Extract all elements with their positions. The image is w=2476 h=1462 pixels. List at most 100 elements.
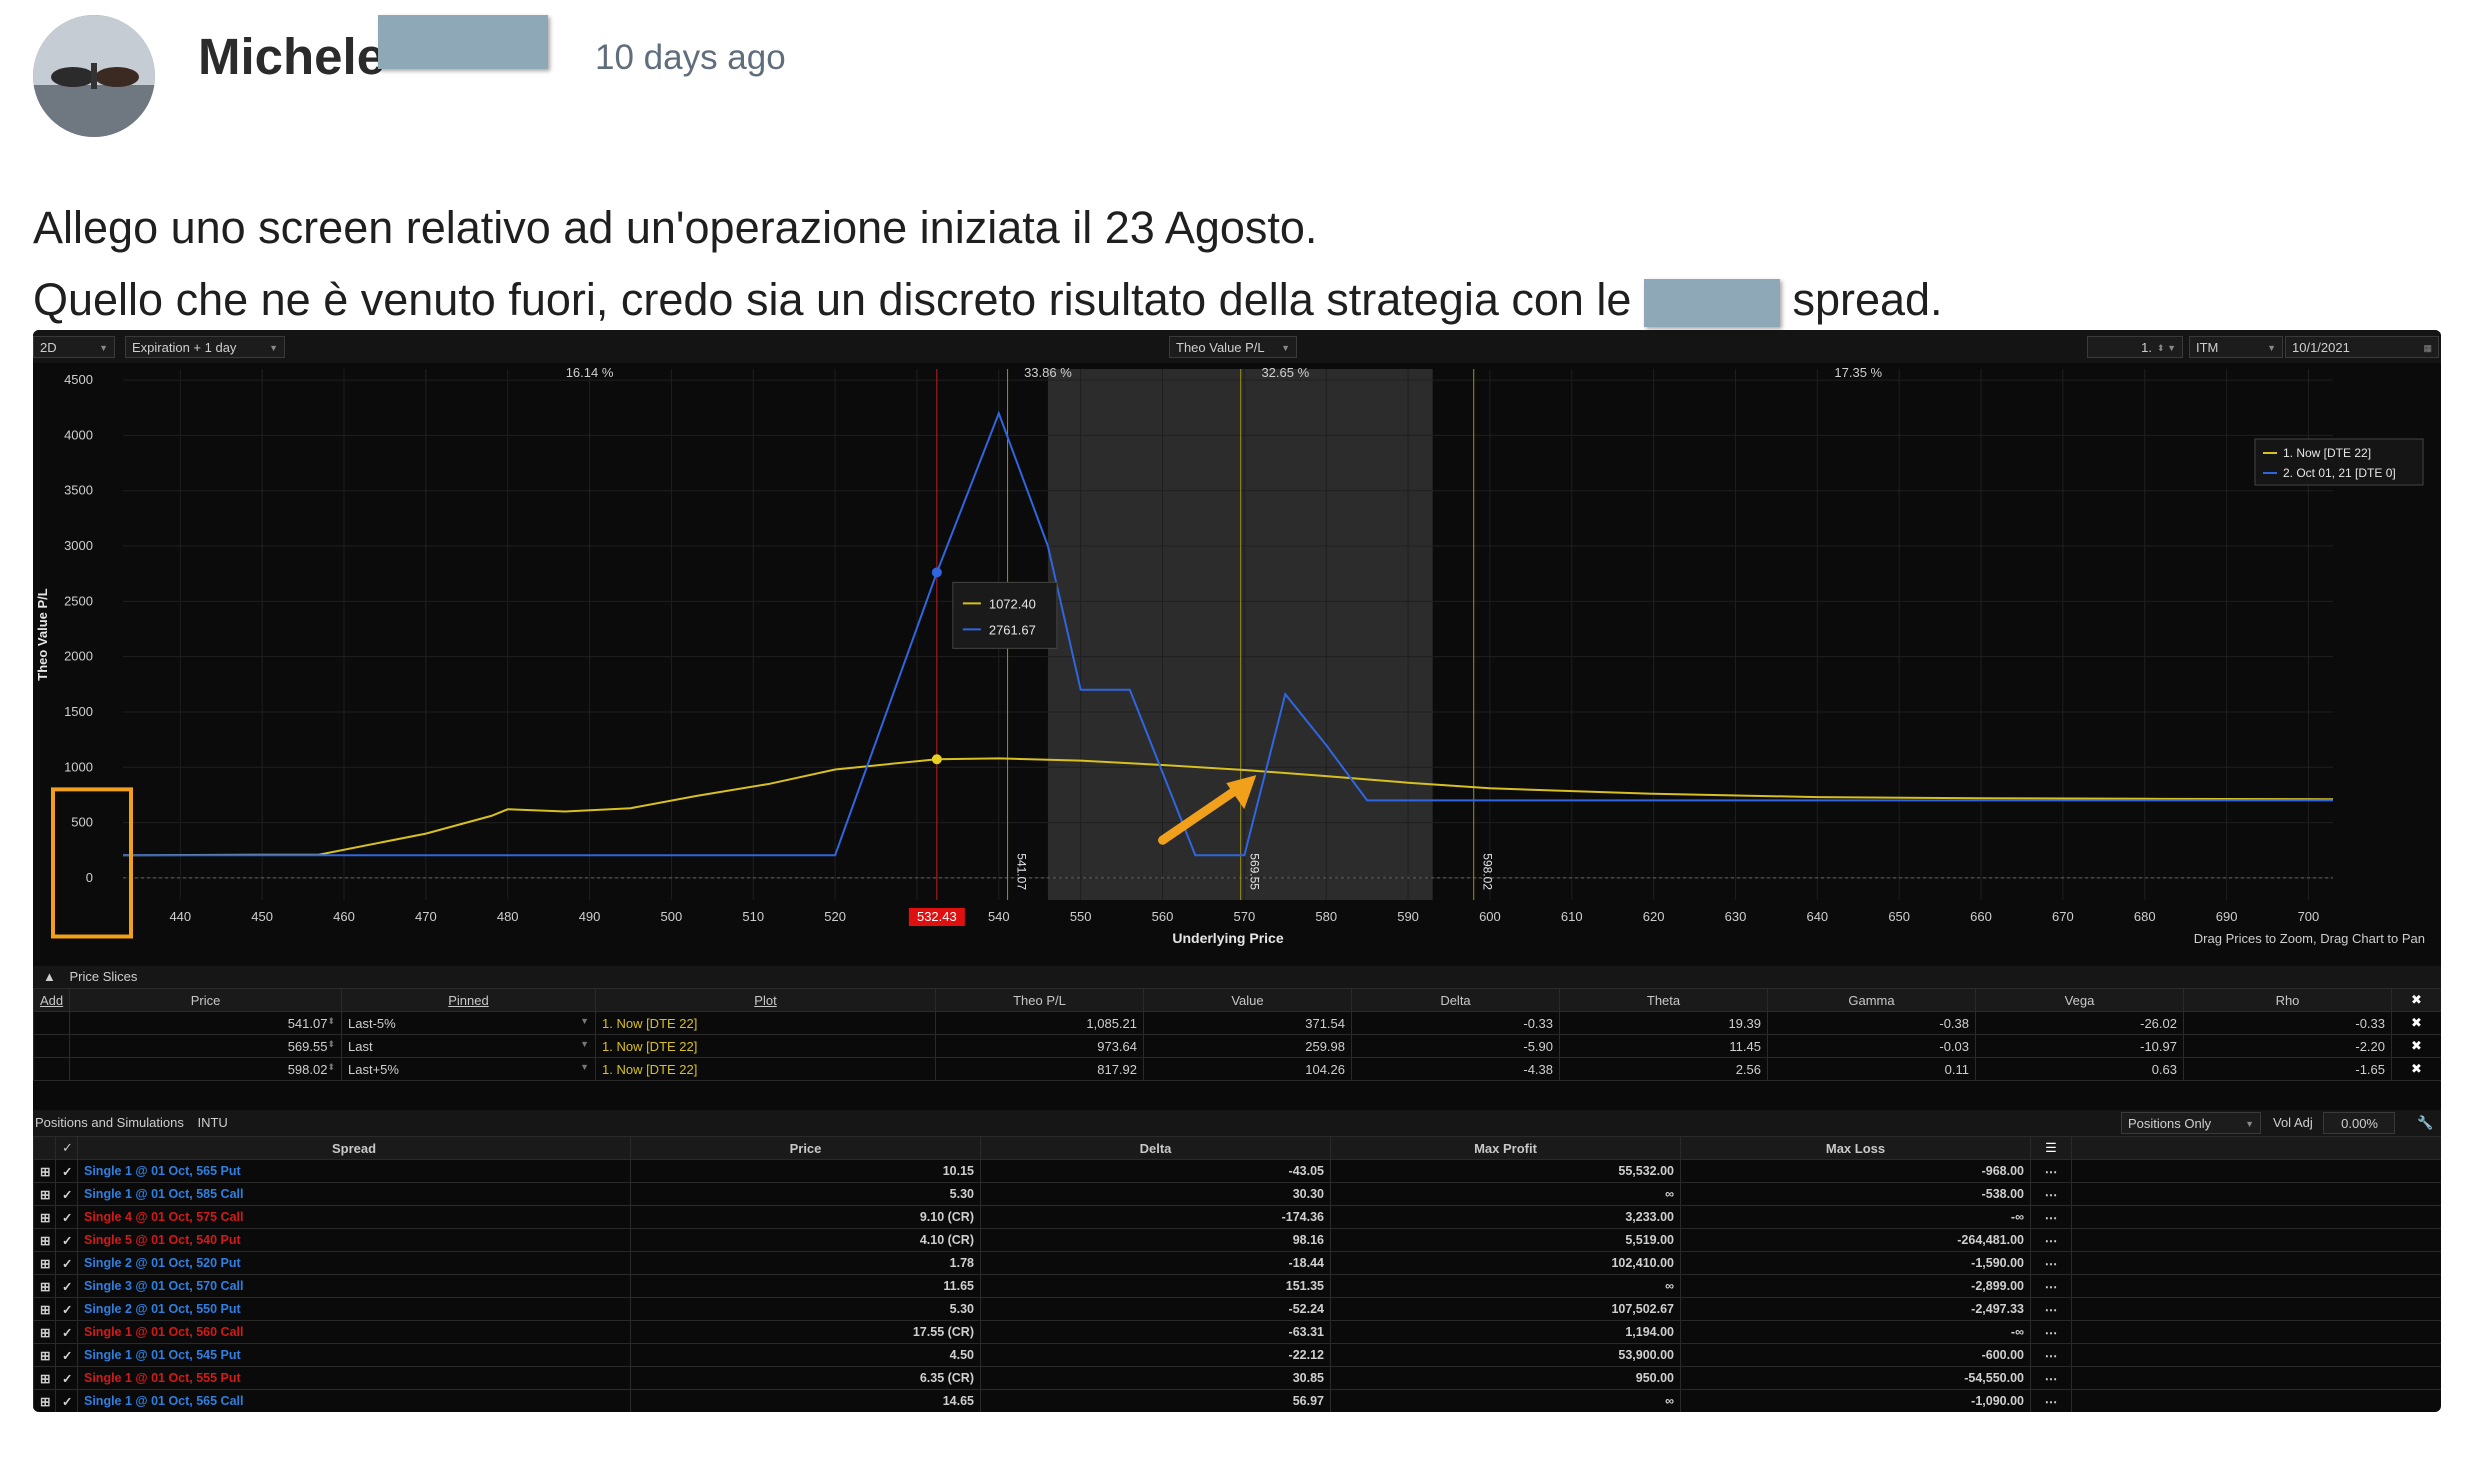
close-all-icon[interactable]: ✖ [2391, 988, 2441, 1012]
col-gamma[interactable]: Gamma [1767, 988, 1976, 1012]
position-spread[interactable]: Single 1 @ 01 Oct, 565 Call [77, 1389, 631, 1412]
row-checkbox[interactable]: ✓ [55, 1251, 78, 1275]
col-spread[interactable]: Spread [77, 1136, 631, 1160]
position-row[interactable]: ⊞ ✓ Single 1 @ 01 Oct, 565 Put 10.15 -43.05 5… [33, 1159, 2441, 1183]
expand-row-icon[interactable]: ⊞ [33, 1205, 56, 1229]
row-checkbox[interactable]: ✓ [55, 1297, 78, 1321]
slice-price[interactable]: 598.02 ⬍ [69, 1057, 342, 1081]
col-pinned[interactable]: Pinned [341, 988, 596, 1012]
row-checkbox[interactable]: ✓ [55, 1159, 78, 1183]
slice-price[interactable]: 541.07 ⬍ [69, 1011, 342, 1035]
position-row[interactable]: ⊞ ✓ Single 1 @ 01 Oct, 560 Call 17.55 (CR) -… [33, 1320, 2441, 1344]
stepper-icon[interactable]: ⬍ [327, 1062, 335, 1073]
row-menu-icon[interactable]: ⋯ [2030, 1343, 2072, 1367]
position-spread[interactable]: Single 1 @ 01 Oct, 545 Put [77, 1343, 631, 1367]
row-menu-icon[interactable]: ⋯ [2030, 1205, 2072, 1229]
position-spread[interactable]: Single 5 @ 01 Oct, 540 Put [77, 1228, 631, 1252]
collapse-icon[interactable]: ▲ [33, 969, 56, 984]
position-spread[interactable]: Single 1 @ 01 Oct, 560 Call [77, 1320, 631, 1344]
row-menu-icon[interactable]: ⋯ [2030, 1274, 2072, 1298]
position-row[interactable]: ⊞ ✓ Single 5 @ 01 Oct, 540 Put 4.10 (CR) 98.… [33, 1228, 2441, 1252]
col-pos-price[interactable]: Price [630, 1136, 981, 1160]
position-row[interactable]: ⊞ ✓ Single 2 @ 01 Oct, 520 Put 1.78 -18.44 10… [33, 1251, 2441, 1275]
row-checkbox[interactable]: ✓ [55, 1366, 78, 1390]
col-max-profit[interactable]: Max Profit [1330, 1136, 1681, 1160]
chevron-down-icon[interactable]: ▼ [580, 1016, 589, 1026]
slice-price[interactable]: 569.55 ⬍ [69, 1034, 342, 1058]
row-checkbox[interactable]: ✓ [55, 1205, 78, 1229]
col-theta[interactable]: Theta [1559, 988, 1768, 1012]
expand-row-icon[interactable]: ⊞ [33, 1343, 56, 1367]
slice-pinned[interactable]: Last+5% ▼ [341, 1057, 596, 1081]
position-spread[interactable]: Single 3 @ 01 Oct, 570 Call [77, 1274, 631, 1298]
row-menu-icon[interactable]: ⋯ [2030, 1228, 2072, 1252]
expand-row-icon[interactable]: ⊞ [33, 1274, 56, 1298]
column-menu-icon[interactable]: ☰ [2030, 1136, 2072, 1160]
position-spread[interactable]: Single 2 @ 01 Oct, 520 Put [77, 1251, 631, 1275]
position-row[interactable]: ⊞ ✓ Single 1 @ 01 Oct, 585 Call 5.30 30.30 ∞ -… [33, 1182, 2441, 1206]
row-checkbox[interactable]: ✓ [55, 1320, 78, 1344]
position-spread[interactable]: Single 2 @ 01 Oct, 550 Put [77, 1297, 631, 1321]
slice-plot[interactable]: 1. Now [DTE 22] [595, 1034, 936, 1058]
expiration-select[interactable]: Expiration + 1 day ▼ [125, 336, 285, 358]
col-max-loss[interactable]: Max Loss [1680, 1136, 2031, 1160]
row-menu-icon[interactable]: ⋯ [2030, 1366, 2072, 1390]
expand-row-icon[interactable]: ⊞ [33, 1366, 56, 1390]
col-add[interactable]: Add [33, 988, 70, 1012]
wrench-icon[interactable]: 🔧 [2417, 1110, 2433, 1136]
position-row[interactable]: ⊞ ✓ Single 1 @ 01 Oct, 545 Put 4.50 -22.12 53… [33, 1343, 2441, 1367]
col-theo-pl[interactable]: Theo P/L [935, 988, 1144, 1012]
chevron-down-icon[interactable]: ▼ [580, 1062, 589, 1072]
moneyness-select[interactable]: ITM ▼ [2189, 336, 2283, 358]
count-stepper[interactable]: 1. ⬍ ▼ [2087, 336, 2183, 358]
row-menu-icon[interactable]: ⋯ [2030, 1159, 2072, 1183]
expand-row-icon[interactable]: ⊞ [33, 1159, 56, 1183]
position-spread[interactable]: Single 1 @ 01 Oct, 555 Put [77, 1366, 631, 1390]
row-checkbox[interactable]: ✓ [55, 1228, 78, 1252]
position-row[interactable]: ⊞ ✓ Single 2 @ 01 Oct, 550 Put 5.30 -52.24 10… [33, 1297, 2441, 1321]
col-value[interactable]: Value [1143, 988, 1352, 1012]
avatar[interactable] [33, 15, 155, 137]
position-row[interactable]: ⊞ ✓ Single 1 @ 01 Oct, 565 Call 14.65 56.97 ∞… [33, 1389, 2441, 1412]
expand-row-icon[interactable]: ⊞ [33, 1320, 56, 1344]
stepper-icon[interactable]: ⬍ [327, 1039, 335, 1050]
chevron-down-icon[interactable]: ▼ [580, 1039, 589, 1049]
date-picker[interactable]: 10/1/2021 ▦ [2285, 336, 2439, 358]
position-spread[interactable]: Single 1 @ 01 Oct, 585 Call [77, 1182, 631, 1206]
position-row[interactable]: ⊞ ✓ Single 3 @ 01 Oct, 570 Call 11.65 151.35… [33, 1274, 2441, 1298]
expand-row-icon[interactable]: ⊞ [33, 1182, 56, 1206]
position-spread[interactable]: Single 4 @ 01 Oct, 575 Call [77, 1205, 631, 1229]
col-delta[interactable]: Delta [1351, 988, 1560, 1012]
view-select[interactable]: 2D ▼ [33, 336, 115, 358]
slice-pinned[interactable]: Last-5% ▼ [341, 1011, 596, 1035]
row-menu-icon[interactable]: ⋯ [2030, 1389, 2072, 1412]
col-plot[interactable]: Plot [595, 988, 936, 1012]
col-rho[interactable]: Rho [2183, 988, 2392, 1012]
expand-row-icon[interactable]: ⊞ [33, 1251, 56, 1275]
col-vega[interactable]: Vega [1975, 988, 2184, 1012]
remove-slice-icon[interactable]: ✖ [2391, 1057, 2441, 1081]
price-slice-row[interactable]: 569.55 ⬍ Last ▼ 1. Now [DTE 22] 973.64 259.9… [33, 1034, 2441, 1058]
price-slice-row[interactable]: 598.02 ⬍ Last+5% ▼ 1. Now [DTE 22] 817.92 10… [33, 1057, 2441, 1081]
slice-plot[interactable]: 1. Now [DTE 22] [595, 1011, 936, 1035]
row-checkbox[interactable]: ✓ [55, 1182, 78, 1206]
position-row[interactable]: ⊞ ✓ Single 1 @ 01 Oct, 555 Put 6.35 (CR) 30.… [33, 1366, 2441, 1390]
positions-filter-select[interactable]: Positions Only ▼ [2121, 1112, 2261, 1134]
row-menu-icon[interactable]: ⋯ [2030, 1251, 2072, 1275]
vol-adj-input[interactable]: 0.00% [2323, 1112, 2395, 1134]
stepper-icon[interactable]: ⬍ [327, 1016, 335, 1027]
metric-select[interactable]: Theo Value P/L ▼ [1169, 336, 1297, 358]
remove-slice-icon[interactable]: ✖ [2391, 1034, 2441, 1058]
expand-row-icon[interactable]: ⊞ [33, 1297, 56, 1321]
row-checkbox[interactable]: ✓ [55, 1343, 78, 1367]
slice-pinned[interactable]: Last ▼ [341, 1034, 596, 1058]
col-price[interactable]: Price [69, 988, 342, 1012]
row-menu-icon[interactable]: ⋯ [2030, 1320, 2072, 1344]
remove-slice-icon[interactable]: ✖ [2391, 1011, 2441, 1035]
row-menu-icon[interactable]: ⋯ [2030, 1297, 2072, 1321]
col-pos-delta[interactable]: Delta [980, 1136, 1331, 1160]
pl-chart[interactable]: 0 500 1000 1500 2000 2500 3000 3500 4000 4500 440 4… [33, 363, 2441, 966]
select-all-checkbox[interactable]: ✓ [55, 1136, 78, 1160]
price-slice-row[interactable]: 541.07 ⬍ Last-5% ▼ 1. Now [DTE 22] 1,085.21… [33, 1011, 2441, 1035]
row-checkbox[interactable]: ✓ [55, 1389, 78, 1412]
